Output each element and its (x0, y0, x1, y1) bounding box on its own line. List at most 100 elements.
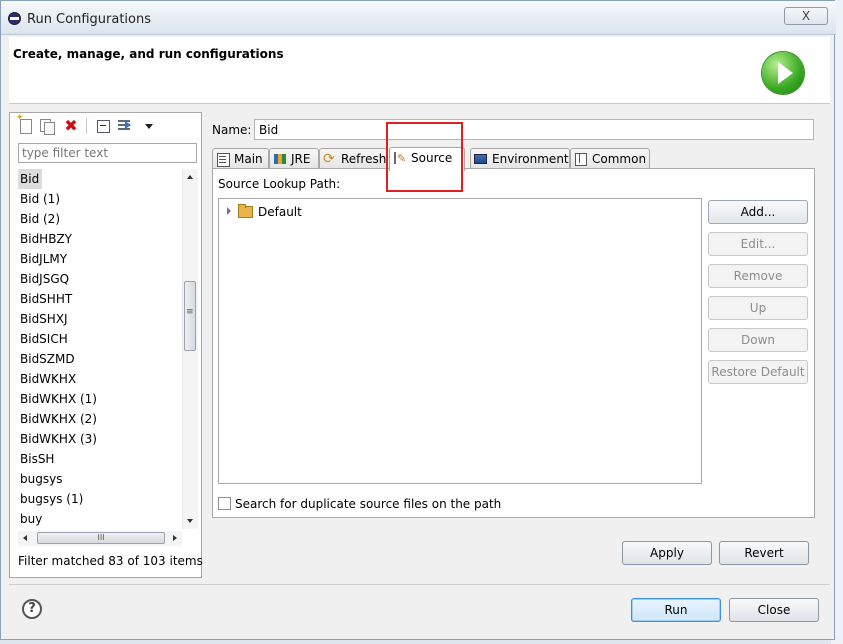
dialog-header: Create, manage, and run configurations (9, 37, 830, 104)
list-item-label: BidJSGQ (20, 272, 70, 286)
footer-separator (9, 584, 830, 585)
list-item-label: bugsys (1) (20, 492, 84, 506)
duplicate-source-option[interactable]: Search for duplicate source files on the… (218, 497, 501, 511)
list-item[interactable]: Bid (18, 169, 182, 189)
refresh-tab-icon (323, 149, 337, 169)
list-item[interactable]: BidWKHX (2) (18, 409, 182, 429)
expand-arrow-icon[interactable] (227, 207, 231, 215)
tab-label: Refresh (341, 152, 387, 166)
down-button[interactable]: Down (708, 328, 808, 352)
list-item[interactable]: bugsys (18, 469, 182, 489)
highlight-annotation (386, 122, 463, 192)
environment-tab-icon (474, 153, 488, 165)
apply-button[interactable]: Apply (622, 541, 712, 565)
toolbar-separator (86, 118, 87, 134)
list-item[interactable]: BidWKHX (18, 369, 182, 389)
run-button[interactable]: Run (631, 598, 721, 622)
list-item[interactable]: bugsys (1) (18, 489, 182, 509)
configuration-list-panel: ✖ Bid Bid (1) Bid (2) BidHBZY BidJLMY BidJSGQ… (9, 112, 203, 578)
list-item-label: bugsys (20, 472, 63, 486)
revert-button[interactable]: Revert (719, 541, 809, 565)
jre-tab-icon (273, 153, 287, 165)
list-item-label: BidSICH (20, 332, 68, 346)
list-item-label: BisSH (20, 452, 55, 466)
duplicate-icon[interactable] (38, 117, 56, 135)
list-vertical-scrollbar[interactable] (182, 169, 198, 529)
list-item-label: BidSZMD (20, 352, 75, 366)
list-item-label: BidSHXJ (20, 312, 68, 326)
filter-icon[interactable] (116, 117, 134, 135)
tab-main[interactable]: Main (212, 148, 269, 169)
scroll-down-icon[interactable] (183, 513, 198, 529)
tab-environment[interactable]: Environment (470, 148, 570, 169)
list-item-label: Bid (2) (20, 212, 60, 226)
close-button[interactable]: Close (729, 598, 819, 622)
add-button[interactable]: Add... (708, 200, 808, 224)
close-window-button[interactable]: X (784, 7, 828, 25)
duplicate-source-checkbox[interactable] (218, 497, 231, 510)
main-tab-icon (216, 153, 230, 167)
delete-icon[interactable]: ✖ (62, 117, 80, 135)
scroll-thumb[interactable] (184, 281, 196, 351)
list-item[interactable]: Bid (1) (18, 189, 182, 209)
tab-label: Main (234, 152, 263, 166)
scroll-left-icon[interactable] (18, 531, 33, 546)
list-item-label: BidSHHT (20, 292, 73, 306)
configuration-list[interactable]: Bid Bid (1) Bid (2) BidHBZY BidJLMY BidJSGQ Bi… (18, 169, 182, 529)
list-item-label: Bid (1) (20, 192, 60, 206)
list-item-label: BidWKHX (2) (20, 412, 97, 426)
view-menu-icon[interactable] (140, 117, 158, 135)
list-item[interactable]: BidSZMD (18, 349, 182, 369)
list-item[interactable]: BidJSGQ (18, 269, 182, 289)
list-item[interactable]: BidSICH (18, 329, 182, 349)
eclipse-icon (8, 12, 21, 25)
tab-common[interactable]: Common (570, 148, 650, 169)
list-item[interactable]: BisSH (18, 449, 182, 469)
list-horizontal-scrollbar[interactable]: III (18, 531, 182, 546)
restore-default-button[interactable]: Restore Default (708, 360, 808, 384)
duplicate-source-label: Search for duplicate source files on the… (235, 497, 502, 511)
list-item-label: buy (20, 512, 43, 526)
remove-button[interactable]: Remove (708, 264, 808, 288)
title-bar: Run Configurations X (1, 1, 836, 35)
name-field[interactable] (254, 119, 814, 140)
list-item[interactable]: BidSHXJ (18, 309, 182, 329)
edit-button[interactable]: Edit... (708, 232, 808, 256)
list-item[interactable]: buy (18, 509, 182, 529)
scroll-right-icon[interactable] (167, 531, 182, 546)
source-lookup-tree[interactable]: Default (218, 198, 702, 484)
list-item[interactable]: BidWKHX (1) (18, 389, 182, 409)
tree-item-label: Default (258, 205, 302, 219)
list-item-label: BidWKHX (1) (20, 392, 97, 406)
run-configurations-dialog: Run Configurations X Create, manage, and… (0, 0, 836, 640)
name-label: Name: (212, 123, 252, 137)
list-item-label: BidWKHX (3) (20, 432, 97, 446)
list-item[interactable]: BidHBZY (18, 229, 182, 249)
horizontal-scroll-thumb[interactable]: III (37, 532, 165, 544)
new-configuration-icon[interactable] (16, 113, 34, 135)
list-item[interactable]: BidJLMY (18, 249, 182, 269)
tab-label: Environment (492, 152, 569, 166)
tab-refresh[interactable]: Refresh (319, 148, 387, 169)
list-item-label: BidJLMY (20, 252, 68, 266)
list-item[interactable]: BidSHHT (18, 289, 182, 309)
window-title: Run Configurations (27, 12, 151, 27)
run-banner-icon (762, 52, 804, 94)
help-icon[interactable]: ? (22, 599, 42, 619)
common-tab-icon (574, 153, 588, 166)
up-button[interactable]: Up (708, 296, 808, 320)
tab-label: JRE (291, 152, 311, 166)
tab-jre[interactable]: JRE (269, 148, 319, 169)
collapse-all-icon[interactable] (94, 117, 112, 135)
list-item-label: BidHBZY (20, 232, 72, 246)
list-item-label: BidWKHX (20, 372, 77, 386)
source-lookup-path-label: Source Lookup Path: (218, 177, 341, 191)
filter-input[interactable] (18, 143, 197, 163)
list-item-label: Bid (18, 169, 43, 189)
list-item[interactable]: BidWKHX (3) (18, 429, 182, 449)
header-title: Create, manage, and run configurations (13, 47, 284, 61)
tab-label: Common (592, 152, 647, 166)
scroll-up-icon[interactable] (183, 169, 198, 185)
list-item[interactable]: Bid (2) (18, 209, 182, 229)
tree-item-default[interactable]: Default (227, 203, 302, 221)
